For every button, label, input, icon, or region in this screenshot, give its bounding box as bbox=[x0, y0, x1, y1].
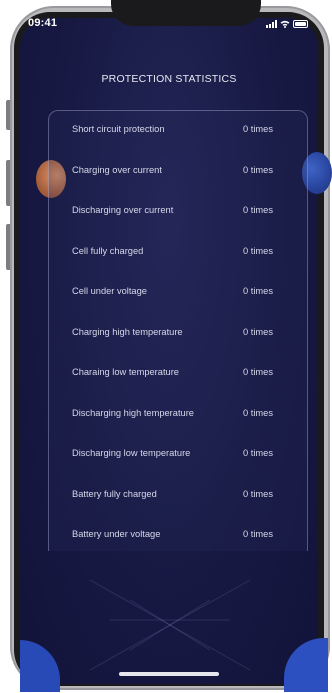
stat-row-cell-fully-charged: Cell fully charged 0 times bbox=[72, 246, 312, 260]
phone-notch bbox=[111, 0, 261, 26]
stat-row-battery-fully-charged: Battery fully charged 0 times bbox=[72, 489, 312, 503]
stat-label: Charging over current bbox=[72, 165, 162, 175]
stat-value: 0 times bbox=[243, 246, 273, 256]
stat-label: Discharging over current bbox=[72, 205, 174, 215]
home-indicator[interactable] bbox=[119, 672, 219, 676]
stat-value: 0 times bbox=[243, 529, 273, 539]
stat-row-battery-under-voltage: Battery under voltage 0 times bbox=[72, 529, 312, 543]
stat-value: 0 times bbox=[243, 124, 273, 134]
stat-value: 0 times bbox=[243, 448, 273, 458]
stat-label: Battery fully charged bbox=[72, 489, 157, 499]
stat-row-discharging-low-temperature: Discharging low temperature 0 times bbox=[72, 448, 312, 462]
stat-value: 0 times bbox=[243, 165, 273, 175]
signal-bars-icon bbox=[266, 20, 277, 28]
stat-label: Cell under voltage bbox=[72, 286, 147, 296]
stat-label: Discharging high temperature bbox=[72, 408, 194, 418]
stat-row-short-circuit: Short circuit protection 0 times bbox=[72, 124, 312, 138]
stat-label: Discharging low temperature bbox=[72, 448, 191, 458]
status-icons bbox=[266, 20, 308, 28]
page-title: PROTECTION STATISTICS bbox=[101, 73, 237, 85]
stat-label: Short circuit protection bbox=[72, 124, 165, 134]
stat-value: 0 times bbox=[243, 408, 273, 418]
stat-row-cell-under-voltage: Cell under voltage 0 times bbox=[72, 286, 312, 300]
stat-row-charging-over-current: Charging over current 0 times bbox=[72, 165, 312, 179]
stat-row-charging-high-temperature: Charging high temperature 0 times bbox=[72, 327, 312, 341]
stat-label: Cell fully charged bbox=[72, 246, 144, 256]
stat-value: 0 times bbox=[243, 205, 273, 215]
stat-value: 0 times bbox=[243, 367, 273, 377]
stat-label: Charaing low temperature bbox=[72, 367, 179, 377]
battery-icon bbox=[293, 20, 308, 28]
stat-value: 0 times bbox=[243, 489, 273, 499]
stat-row-discharging-high-temperature: Discharging high temperature 0 times bbox=[72, 408, 312, 422]
wifi-icon bbox=[280, 20, 290, 28]
stat-value: 0 times bbox=[243, 286, 273, 296]
stat-row-discharging-over-current: Discharging over current 0 times bbox=[72, 205, 312, 219]
stat-label: Battery under voltage bbox=[72, 529, 161, 539]
stat-value: 0 times bbox=[243, 327, 273, 337]
stat-row-charging-low-temperature: Charaing low temperature 0 times bbox=[72, 367, 312, 381]
status-time: 09:41 bbox=[28, 17, 58, 29]
decorative-lines bbox=[89, 579, 251, 671]
stat-label: Charging high temperature bbox=[72, 327, 183, 337]
